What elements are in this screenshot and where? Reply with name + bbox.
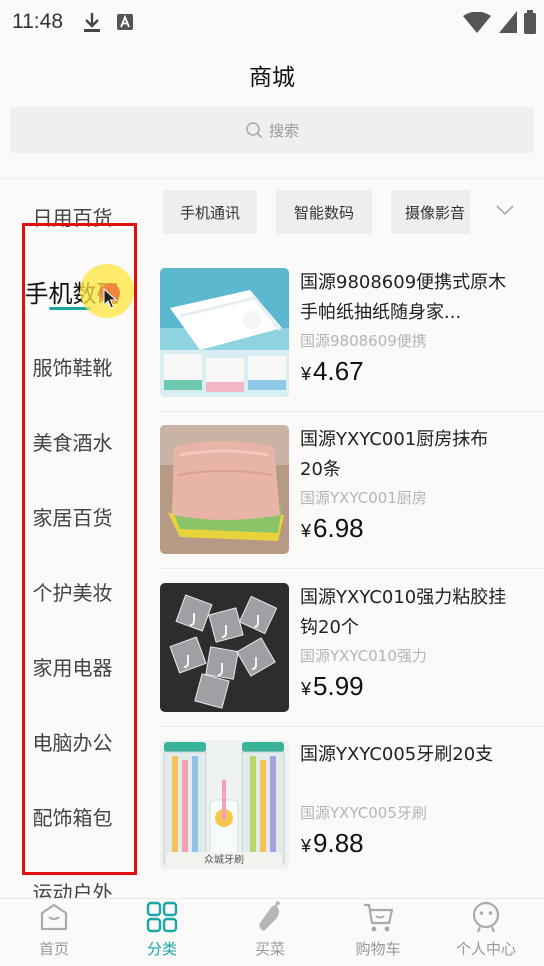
product-image: 众城牙刷 [160,740,289,869]
product-subtitle: 国源YXYC005牙刷 [300,804,427,822]
chip-label: 手机通讯 [179,203,240,222]
sidebar-item-home[interactable]: 家居百货 [0,502,145,531]
app-notification-icon [117,14,133,30]
search-placeholder: 搜索 [268,121,299,140]
product-item[interactable]: 国源YXYC010强力粘胶挂钩20个 国源YXYC010强力 ¥5.99 [160,583,544,713]
sidebar-item-food-drinks[interactable]: 美食酒水 [0,427,145,456]
status-bar: 11:48 [0,0,544,46]
sidebar-item-label: 个护美妆 [32,581,113,605]
header: 商城 [0,46,544,102]
kitchen-cloth-image [160,425,289,554]
toothbrush-image: 众城牙刷 [160,740,289,869]
sidebar-item-computers[interactable]: 电脑办公 [0,727,145,756]
cellular-signal-icon [499,11,517,33]
sidebar-item-label: 日用百货 [32,206,113,230]
chevron-down-icon[interactable] [494,199,516,221]
status-time: 11:48 [12,10,63,33]
nav-cart[interactable]: 购物车 [324,899,432,966]
search-input[interactable]: 搜索 [10,107,534,153]
sidebar-item-appliances[interactable]: 家用电器 [0,652,145,681]
product-name: 国源YXYC010强力粘胶挂钩20个 [300,587,507,638]
category-grid-icon [146,901,178,933]
sidebar-item-beauty[interactable]: 个护美妆 [0,577,145,606]
chip-smart-digital[interactable]: 智能数码 [276,190,372,234]
sidebar-item-sports[interactable]: 运动户外 [0,877,145,898]
nav-label: 首页 [38,940,69,958]
sidebar-item-label: 服饰鞋靴 [32,356,113,380]
nav-label: 分类 [146,940,177,958]
sidebar-item-label: 家用电器 [32,656,113,680]
divider [160,411,544,412]
product-subtitle: 国源9808609便携 [300,332,427,350]
profile-icon [472,901,500,933]
product-price: ¥6.98 [301,513,364,543]
chip-label: 摄像影音 [405,203,466,222]
product-item[interactable]: 众城牙刷 国源YXYC005牙刷20支 国源YXYC005牙刷 ¥9.88 [160,740,544,870]
sidebar-item-label: 运动户外 [32,881,113,898]
bottom-nav: 首页 分类 买菜 购物车 个人中心 [0,898,544,966]
product-name: 国源9808609便携式原木手帕纸抽纸随身家... [300,272,507,323]
toothbrush-image-caption: 众城牙刷 [204,854,244,866]
divider [160,726,544,727]
sidebar-item-accessories[interactable]: 配饰箱包 [0,802,145,831]
download-icon [84,13,100,32]
nav-category[interactable]: 分类 [108,899,216,966]
tissue-box-image [160,268,289,397]
cursor-icon [103,288,118,309]
product-item[interactable]: 国源YXYC001厨房抹布20条 国源YXYC001厨房 ¥6.98 [160,425,544,555]
product-price: ¥4.67 [301,356,364,386]
sidebar-item-daily-goods[interactable]: 日用百货 [0,202,145,231]
nav-label: 买菜 [254,940,285,958]
sidebar-item-label: 电脑办公 [32,731,113,755]
product-item[interactable]: 国源9808609便携式原木手帕纸抽纸随身家... 国源9808609便携 ¥4… [160,268,544,398]
product-subtitle: 国源YXYC001厨房 [300,489,427,507]
product-image [160,268,289,397]
battery-icon [524,10,536,34]
sidebar-item-apparel[interactable]: 服饰鞋靴 [0,352,145,381]
adhesive-hooks-image [160,583,289,712]
product-subtitle: 国源YXYC010强力 [300,647,427,665]
chip-mobile-comm[interactable]: 手机通讯 [163,190,257,234]
cart-icon [364,903,394,932]
home-icon [40,903,68,931]
page-title: 商城 [249,65,295,91]
nav-home[interactable]: 首页 [0,899,108,966]
product-name: 国源YXYC005牙刷20支 [300,744,494,765]
vegetable-icon [259,901,281,931]
product-image [160,583,289,712]
product-price: ¥5.99 [301,671,364,701]
product-image [160,425,289,554]
nav-label: 购物车 [355,940,401,958]
product-price: ¥9.88 [301,828,364,858]
sidebar-item-label: 家居百货 [32,506,113,530]
search-icon [246,122,263,139]
chip-label: 智能数码 [293,203,354,222]
nav-profile[interactable]: 个人中心 [432,899,540,966]
nav-label: 个人中心 [455,940,516,958]
wifi-icon [463,12,491,33]
divider [160,568,544,569]
product-name: 国源YXYC001厨房抹布20条 [300,429,489,480]
divider [0,178,544,179]
sidebar-item-label: 美食酒水 [32,431,113,455]
sidebar-item-label: 配饰箱包 [32,806,113,830]
nav-groceries[interactable]: 买菜 [216,899,324,966]
